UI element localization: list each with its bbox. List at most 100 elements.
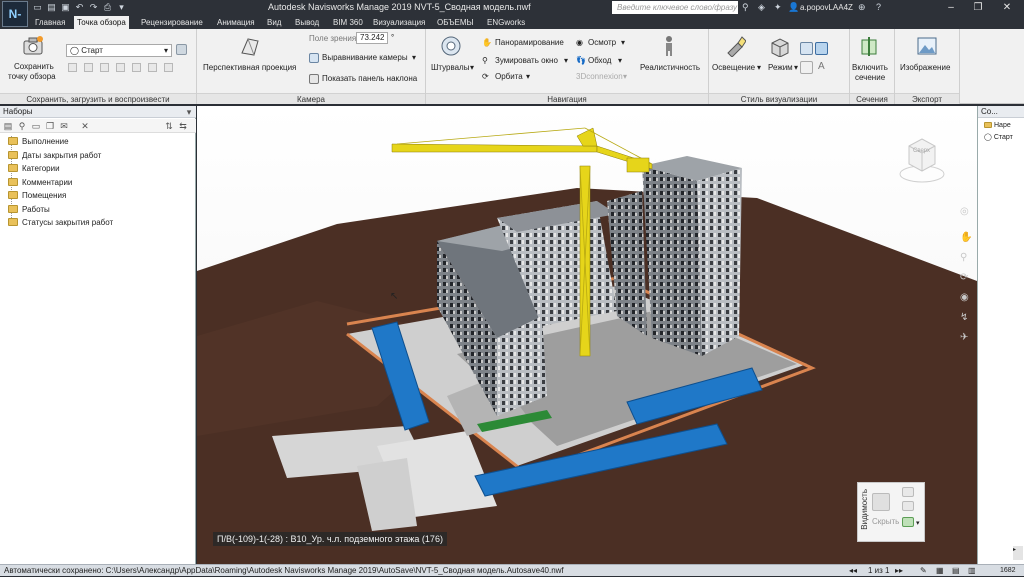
lines-icon[interactable] [800,61,813,74]
steering-wheel-nav-icon[interactable]: ◎ [960,206,969,217]
walk-button[interactable]: Обход [588,56,611,65]
performance-icon[interactable]: ▦ [936,565,944,577]
undo-icon[interactable]: ↶ [74,2,85,13]
image-export-icon[interactable] [916,35,938,57]
mode-button[interactable]: Режим [768,63,793,72]
orbit-nav-icon[interactable]: ⟳ [960,272,968,283]
panel-title-export[interactable]: Экспорт [895,93,959,104]
binoculars-icon[interactable]: ⚲ [17,121,27,131]
tab-volumes[interactable]: ОБЪЕМЫ [434,16,477,29]
sort-icon[interactable]: ⇅ [164,121,174,131]
panel-scroll-button[interactable]: ▸ [1013,546,1023,560]
steering-dropdown-icon[interactable]: ▾ [470,63,474,72]
perspective-button[interactable]: Перспективная проекция [203,63,296,72]
panel-title-sections[interactable]: Сечения [850,93,894,104]
panel-title-camera[interactable]: Камера [197,93,425,104]
lighting-dropdown-icon[interactable]: ▾ [757,63,761,72]
save-viewpoint-label-2[interactable]: точку обзора [8,72,56,81]
save-viewpoint-label-1[interactable]: Сохранить [14,62,54,71]
tree-item-categories[interactable]: Категории [8,163,60,175]
realism-button[interactable]: Реалистичность [640,63,700,72]
pan-button[interactable]: Панорамирование [495,38,564,47]
image-export-button[interactable]: Изображение [900,63,950,72]
pan-nav-icon[interactable]: ✋ [960,232,972,243]
comment-icon[interactable]: ✉ [59,121,69,131]
viewpoint-item[interactable]: ◯ Старт [984,133,1013,141]
panel-title-navigation[interactable]: Навигация [426,93,708,104]
viewcube-icon[interactable] [897,126,947,186]
tree-item-closing-statuses[interactable]: Статусы закрытия работ [8,217,113,229]
panel-options-icon[interactable]: ▾ [184,107,194,117]
perspective-icon[interactable] [238,35,260,57]
look-nav-icon[interactable]: ◉ [960,292,969,303]
new-icon[interactable]: ▭ [32,2,43,13]
enable-section-label-2[interactable]: сечение [855,73,885,82]
panel-title-save[interactable]: Сохранить, загрузить и воспроизвести [0,93,196,104]
steering-wheel-icon[interactable] [440,35,462,57]
flashlight-icon[interactable] [724,35,746,57]
mode-dropdown-icon[interactable]: ▾ [794,63,798,72]
search-input[interactable]: Введите ключевое слово/фразу [612,1,738,14]
prev-frame-icon[interactable] [84,63,93,72]
align-camera-dropdown-icon[interactable]: ▾ [412,53,416,62]
stop-icon[interactable] [116,63,125,72]
3d-viewport[interactable]: ↖ Сверх ◎ ✋ ⚲ ⟳ ◉ ↯ ✈ Видимость ▾ Скрыть… [197,106,977,564]
shaded-icon[interactable] [815,42,828,55]
walk-nav-icon[interactable]: ↯ [960,312,968,323]
close-button[interactable]: ✕ [992,0,1022,15]
walk-icon[interactable]: 👣 [576,56,586,65]
unhide-all-icon[interactable] [902,517,914,527]
quick-access-dropdown-icon[interactable]: ▾ [116,2,127,13]
viewpoint-select[interactable]: ◯ Старт ▾ [66,44,172,57]
minimize-button[interactable]: – [936,0,966,15]
require-icon[interactable] [902,487,914,497]
panel-title-visual-style[interactable]: Стиль визуализации [709,93,849,104]
tab-bim360[interactable]: BIM 360 [330,16,366,29]
camera-save-icon[interactable] [22,35,44,57]
person-icon[interactable] [658,35,680,57]
manage-viewpoints-icon[interactable] [176,44,187,55]
enable-section-label-1[interactable]: Включить [852,63,888,72]
first-frame-icon[interactable] [68,63,77,72]
new-folder-icon[interactable]: ▭ [31,121,41,131]
communication-icon[interactable]: ✦ [774,2,782,13]
last-frame-icon[interactable] [164,63,173,72]
tilt-bar-icon[interactable] [309,74,319,84]
fly-nav-icon[interactable]: ✈ [960,332,968,343]
tree-item-rooms[interactable]: Помещения [8,190,66,202]
open-icon[interactable]: ▤ [46,2,57,13]
look-button[interactable]: Осмотр [588,38,616,47]
zoom-nav-icon[interactable]: ⚲ [960,252,967,263]
zoom-dropdown-icon[interactable]: ▾ [564,56,568,65]
maximize-button[interactable]: ❐ [963,0,993,15]
zoom-icon[interactable]: ⚲ [482,56,488,65]
tab-view[interactable]: Вид [264,16,284,29]
duplicate-icon[interactable]: ❐ [45,121,55,131]
lighting-button[interactable]: Освещение [712,63,755,72]
pan-icon[interactable]: ✋ [482,38,492,47]
tab-animation[interactable]: Анимация [214,16,258,29]
print-icon[interactable]: ⎙ [102,2,113,13]
redo-icon[interactable]: ↷ [88,2,99,13]
sets-panel-title[interactable]: Наборы [0,106,196,118]
delete-icon[interactable]: ✕ [80,121,90,131]
tab-engworks[interactable]: ENGworks [484,16,528,29]
tree-item-works[interactable]: Работы [8,204,50,216]
unhide-dropdown-icon[interactable]: ▾ [916,519,920,527]
hide-button[interactable]: Скрыть [872,517,899,526]
viewpoint-item[interactable]: Наре [984,122,1011,129]
cart-icon[interactable]: ⊕ [858,2,866,13]
align-camera-button[interactable]: Выравнивание камеры [322,53,408,62]
render-mode-icon[interactable] [768,35,790,57]
tab-output[interactable]: Вывод [292,16,322,29]
wireframe-icon[interactable] [800,42,813,55]
user-name[interactable]: a.popovLAA4Z [800,3,853,12]
show-tilt-button[interactable]: Показать панель наклона [322,74,417,83]
fov-input[interactable]: 73.242 [356,32,388,44]
save-icon[interactable]: ▣ [60,2,71,13]
connexion-button[interactable]: 3Dconnexion [576,72,623,81]
help-icon[interactable]: ? [876,2,881,13]
connexion-dropdown-icon[interactable]: ▾ [623,72,627,81]
align-camera-icon[interactable] [309,53,319,63]
tab-home[interactable]: Главная [32,16,68,29]
